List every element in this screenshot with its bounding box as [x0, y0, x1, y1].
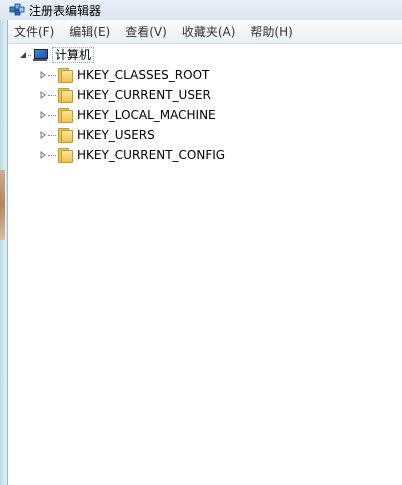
- menu-view[interactable]: 查看(V): [119, 21, 173, 43]
- computer-icon: [32, 48, 48, 62]
- folder-icon: [57, 128, 73, 143]
- folder-icon: [57, 88, 73, 103]
- tree-item-label[interactable]: HKEY_CURRENT_USER: [77, 88, 211, 102]
- menu-bar: 文件(F) 编辑(E) 查看(V) 收藏夹(A) 帮助(H): [8, 21, 402, 44]
- registry-tree: 计算机 HKEY_CLASSES_ROOT HKEY_CURRENT_USER: [9, 44, 402, 485]
- expand-arrow-icon[interactable]: [38, 151, 47, 160]
- menu-edit[interactable]: 编辑(E): [63, 21, 116, 43]
- tree-connector: [48, 74, 56, 76]
- folder-icon: [57, 108, 73, 123]
- tree-item-label[interactable]: HKEY_CURRENT_CONFIG: [77, 148, 225, 162]
- expand-arrow-icon[interactable]: [38, 131, 47, 140]
- menu-help[interactable]: 帮助(H): [244, 21, 298, 43]
- window-title: 注册表编辑器: [29, 3, 102, 18]
- menu-file[interactable]: 文件(F): [8, 21, 60, 43]
- tree-item-label[interactable]: HKEY_LOCAL_MACHINE: [77, 108, 216, 122]
- title-bar[interactable]: 注册表编辑器: [0, 0, 402, 20]
- tree-item-hkey-current-user[interactable]: HKEY_CURRENT_USER: [38, 85, 211, 105]
- tree-connector: [48, 134, 56, 136]
- menu-favorites[interactable]: 收藏夹(A): [176, 21, 242, 43]
- folder-icon: [57, 148, 73, 163]
- tree-connector: [48, 154, 56, 156]
- tree-root-computer[interactable]: 计算机: [18, 45, 95, 65]
- tree-item-hkey-classes-root[interactable]: HKEY_CLASSES_ROOT: [38, 65, 209, 85]
- tree-root-label[interactable]: 计算机: [52, 47, 95, 63]
- expand-arrow-icon[interactable]: [38, 111, 47, 120]
- registry-editor-window: 注册表编辑器 文件(F) 编辑(E) 查看(V) 收藏夹(A) 帮助(H) 计算…: [0, 0, 402, 485]
- tree-item-label[interactable]: HKEY_CLASSES_ROOT: [77, 68, 209, 82]
- registry-editor-icon: [9, 2, 25, 18]
- tree-item-hkey-local-machine[interactable]: HKEY_LOCAL_MACHINE: [38, 105, 216, 125]
- folder-icon: [57, 68, 73, 83]
- tree-connector: [28, 54, 31, 56]
- collapse-arrow-icon[interactable]: [18, 51, 27, 60]
- expand-arrow-icon[interactable]: [38, 71, 47, 80]
- tree-connector: [48, 114, 56, 116]
- tree-item-hkey-current-config[interactable]: HKEY_CURRENT_CONFIG: [38, 145, 225, 165]
- expand-arrow-icon[interactable]: [38, 91, 47, 100]
- tree-item-hkey-users[interactable]: HKEY_USERS: [38, 125, 155, 145]
- window-left-frame: [0, 20, 8, 485]
- tree-item-label[interactable]: HKEY_USERS: [77, 128, 155, 142]
- tree-connector: [48, 94, 56, 96]
